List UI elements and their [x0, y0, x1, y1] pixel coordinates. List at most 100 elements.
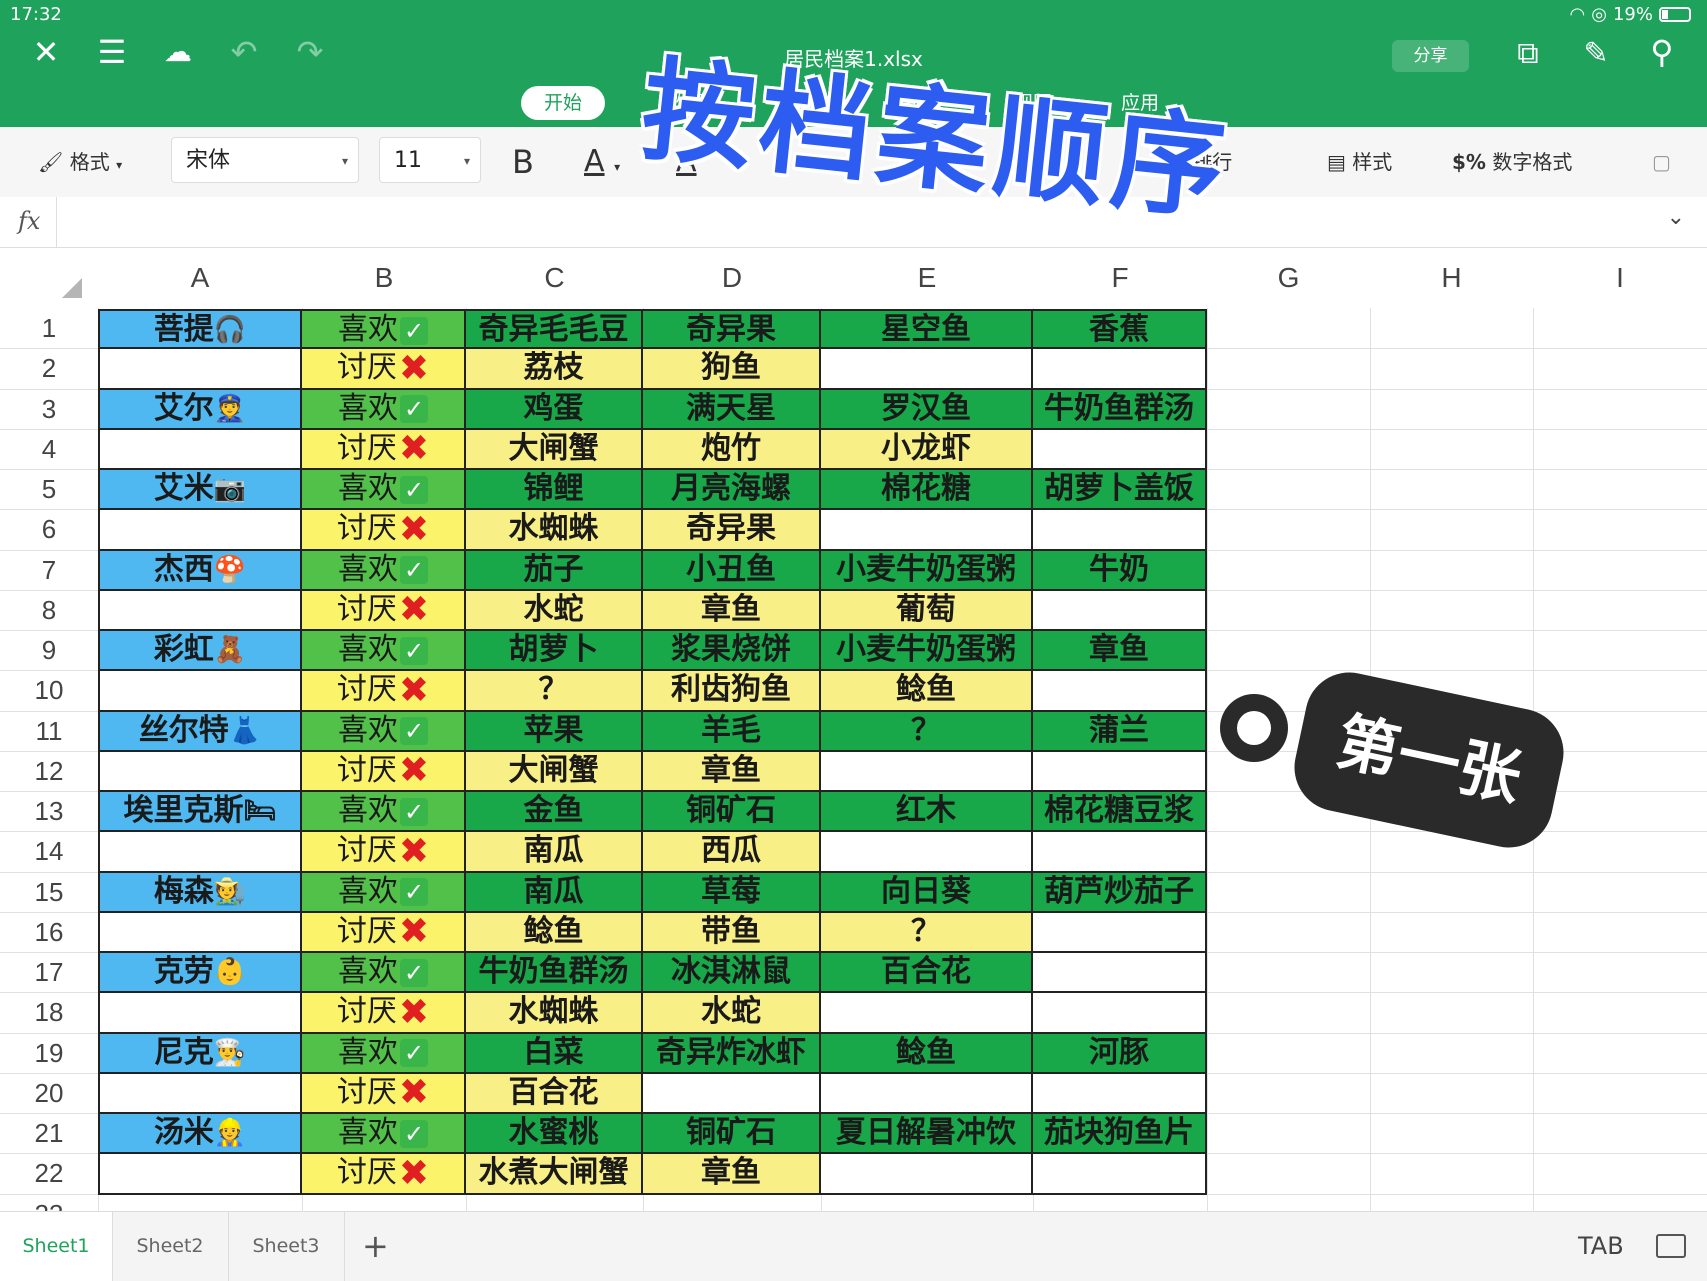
disliked-item-cell[interactable]: 章鱼 — [643, 1154, 821, 1195]
row-header[interactable]: 16 — [0, 912, 98, 952]
row-header[interactable]: 10 — [0, 670, 98, 710]
disliked-item-cell[interactable]: 小龙虾 — [821, 429, 1033, 470]
disliked-item-cell[interactable]: 章鱼 — [643, 590, 821, 631]
row-header[interactable]: 8 — [0, 590, 98, 630]
disliked-item-cell[interactable]: 百合花 — [466, 1073, 643, 1114]
sheet-tab-3[interactable]: Sheet3 — [228, 1212, 345, 1281]
liked-item-cell[interactable]: 草莓 — [643, 872, 821, 913]
liked-item-cell[interactable]: 鸡蛋 — [466, 389, 643, 430]
disliked-item-cell[interactable]: 荔枝 — [466, 349, 643, 390]
dislike-label-cell[interactable]: 讨厌✖ — [302, 510, 466, 551]
disliked-item-cell[interactable] — [1033, 1154, 1207, 1195]
dislike-label-cell[interactable]: 讨厌✖ — [302, 832, 466, 873]
row-header[interactable]: 6 — [0, 509, 98, 549]
dislike-label-cell[interactable]: 讨厌✖ — [302, 429, 466, 470]
disliked-item-cell[interactable] — [1033, 993, 1207, 1034]
tab-key-button[interactable]: TAB — [1578, 1212, 1624, 1281]
liked-item-cell[interactable]: 牛奶鱼群汤 — [1033, 389, 1207, 430]
like-label-cell[interactable]: 喜欢 ✓ — [302, 309, 466, 350]
more-tools-icon[interactable]: ▢ — [1652, 141, 1671, 183]
empty-cell[interactable] — [98, 912, 302, 953]
liked-item-cell[interactable]: 羊毛 — [643, 711, 821, 752]
tab-start[interactable]: 开始 — [521, 86, 605, 120]
like-label-cell[interactable]: 喜欢 ✓ — [302, 872, 466, 913]
empty-cell[interactable] — [98, 751, 302, 792]
empty-cell[interactable] — [98, 429, 302, 470]
liked-item-cell[interactable]: 锦鲤 — [466, 470, 643, 511]
resident-name-cell[interactable]: 埃里克斯🛏 — [98, 792, 302, 833]
like-label-cell[interactable]: 喜欢 ✓ — [302, 953, 466, 994]
like-label-cell[interactable]: 喜欢 ✓ — [302, 792, 466, 833]
column-header-h[interactable]: H — [1370, 248, 1533, 308]
disliked-item-cell[interactable]: ？ — [821, 912, 1033, 953]
dislike-label-cell[interactable]: 讨厌✖ — [302, 751, 466, 792]
disliked-item-cell[interactable] — [1033, 510, 1207, 551]
resident-name-cell[interactable]: 艾尔👮 — [98, 389, 302, 430]
liked-item-cell[interactable]: 冰淇淋鼠 — [643, 953, 821, 994]
liked-item-cell[interactable] — [1033, 953, 1207, 994]
liked-item-cell[interactable]: 星空鱼 — [821, 309, 1033, 350]
empty-cell[interactable] — [98, 671, 302, 712]
dislike-label-cell[interactable]: 讨厌✖ — [302, 1154, 466, 1195]
disliked-item-cell[interactable]: 狗鱼 — [643, 349, 821, 390]
empty-cell[interactable] — [98, 832, 302, 873]
disliked-item-cell[interactable] — [821, 510, 1033, 551]
font-name-select[interactable]: 宋体 ▾ — [171, 137, 359, 183]
row-header[interactable]: 11 — [0, 711, 98, 751]
empty-cell[interactable] — [98, 349, 302, 390]
row-header[interactable]: 3 — [0, 389, 98, 429]
liked-item-cell[interactable]: 茄块狗鱼片 — [1033, 1114, 1207, 1155]
select-all-corner[interactable] — [62, 278, 82, 298]
liked-item-cell[interactable]: 奇异炸冰虾 — [643, 1033, 821, 1074]
resident-name-cell[interactable]: 汤米👷 — [98, 1114, 302, 1155]
disliked-item-cell[interactable]: 利齿狗鱼 — [643, 671, 821, 712]
share-button[interactable]: 分享 — [1392, 40, 1469, 72]
like-label-cell[interactable]: 喜欢 ✓ — [302, 389, 466, 430]
keyboard-icon[interactable] — [1656, 1234, 1686, 1258]
bold-button[interactable]: B — [512, 141, 534, 183]
row-header[interactable]: 19 — [0, 1033, 98, 1073]
row-header[interactable]: 23 — [0, 1194, 98, 1212]
row-header[interactable]: 7 — [0, 550, 98, 590]
dislike-label-cell[interactable]: 讨厌✖ — [302, 590, 466, 631]
row-header[interactable]: 20 — [0, 1073, 98, 1113]
empty-cell[interactable] — [98, 510, 302, 551]
liked-item-cell[interactable]: 小麦牛奶蛋粥 — [821, 550, 1033, 591]
disliked-item-cell[interactable]: 水蜘蛛 — [466, 510, 643, 551]
liked-item-cell[interactable]: 浆果烧饼 — [643, 631, 821, 672]
liked-item-cell[interactable]: 奇异毛毛豆 — [466, 309, 643, 350]
dislike-label-cell[interactable]: 讨厌✖ — [302, 912, 466, 953]
column-header-i[interactable]: I — [1533, 248, 1707, 308]
row-header[interactable]: 13 — [0, 791, 98, 831]
liked-item-cell[interactable]: 胡萝卜盖饭 — [1033, 470, 1207, 511]
resident-name-cell[interactable]: 尼克👨‍🍳 — [98, 1033, 302, 1074]
liked-item-cell[interactable]: 蒲兰 — [1033, 711, 1207, 752]
liked-item-cell[interactable]: 小麦牛奶蛋粥 — [821, 631, 1033, 672]
row-header[interactable]: 18 — [0, 992, 98, 1032]
disliked-item-cell[interactable] — [1033, 1073, 1207, 1114]
liked-item-cell[interactable]: 小丑鱼 — [643, 550, 821, 591]
resident-name-cell[interactable]: 丝尔特👗 — [98, 711, 302, 752]
disliked-item-cell[interactable] — [821, 349, 1033, 390]
disliked-item-cell[interactable] — [1033, 429, 1207, 470]
dislike-label-cell[interactable]: 讨厌✖ — [302, 671, 466, 712]
dislike-label-cell[interactable]: 讨厌✖ — [302, 1073, 466, 1114]
liked-item-cell[interactable]: 铜矿石 — [643, 792, 821, 833]
window-icon[interactable]: ⧉ — [1506, 34, 1550, 74]
disliked-item-cell[interactable] — [821, 1073, 1033, 1114]
liked-item-cell[interactable]: 奇异果 — [643, 309, 821, 350]
column-header-c[interactable]: C — [466, 248, 643, 308]
liked-item-cell[interactable]: 月亮海螺 — [643, 470, 821, 511]
column-header-a[interactable]: A — [98, 248, 302, 308]
column-header-b[interactable]: B — [302, 248, 466, 308]
disliked-item-cell[interactable]: 水煮大闸蟹 — [466, 1154, 643, 1195]
empty-cell[interactable] — [98, 993, 302, 1034]
disliked-item-cell[interactable] — [1033, 832, 1207, 873]
dislike-label-cell[interactable]: 讨厌✖ — [302, 349, 466, 390]
row-header[interactable]: 1 — [0, 308, 98, 348]
liked-item-cell[interactable]: 牛奶 — [1033, 550, 1207, 591]
liked-item-cell[interactable]: 白菜 — [466, 1033, 643, 1074]
dislike-label-cell[interactable]: 讨厌✖ — [302, 993, 466, 1034]
resident-name-cell[interactable]: 梅森🧑‍🌾 — [98, 872, 302, 913]
disliked-item-cell[interactable] — [821, 1154, 1033, 1195]
